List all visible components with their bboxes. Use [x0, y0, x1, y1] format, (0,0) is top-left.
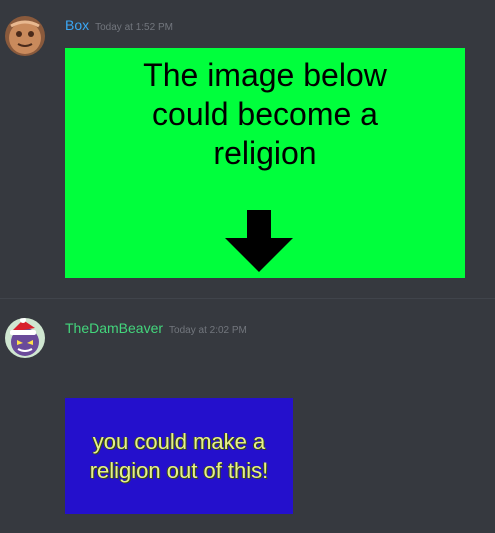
orange-rag-doll-icon: [5, 16, 45, 56]
message-header: Box Today at 1:52 PM: [65, 17, 173, 33]
timestamp: Today at 2:02 PM: [169, 325, 247, 336]
caption-line: you could make a: [92, 429, 266, 454]
caption-line: religion out of this!: [89, 458, 269, 483]
down-arrow-icon: [225, 210, 293, 272]
image-attachment[interactable]: you could make a religion out of this!: [65, 398, 293, 514]
message-header: TheDamBeaver Today at 2:02 PM: [65, 320, 247, 336]
username[interactable]: TheDamBeaver: [65, 320, 163, 336]
caption-line: The image below: [143, 57, 387, 93]
message-divider: [0, 298, 495, 299]
avatar[interactable]: [5, 16, 45, 56]
caption-line: religion: [213, 135, 317, 171]
timestamp: Today at 1:52 PM: [95, 22, 173, 33]
image-attachment[interactable]: The image below could become a religion: [65, 48, 465, 278]
image-caption: you could make a religion out of this!: [65, 427, 293, 485]
message-box: Box Today at 1:52 PM The image below cou…: [0, 0, 495, 290]
purple-pokemon-santa-hat-icon: [5, 318, 45, 358]
caption-line: could become a: [152, 96, 378, 132]
avatar[interactable]: [5, 318, 45, 358]
username[interactable]: Box: [65, 17, 89, 33]
image-caption: The image below could become a religion: [65, 56, 465, 173]
